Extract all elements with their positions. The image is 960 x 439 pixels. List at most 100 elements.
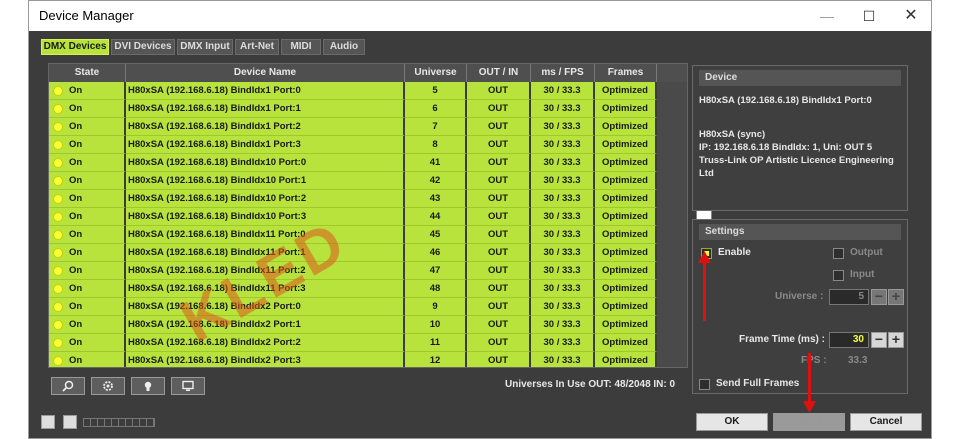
state-label: On: [69, 319, 83, 330]
cell-out-in: OUT: [467, 100, 531, 118]
input-label: Input: [850, 269, 875, 280]
universe-minus-button[interactable]: −: [871, 289, 887, 305]
device-manager-window: Device Manager — ☐ ✕ DMX Devices DVI Dev…: [28, 0, 932, 439]
tab-midi[interactable]: MIDI: [281, 39, 321, 55]
identify-button[interactable]: [131, 377, 165, 395]
annotation-arrowhead-apply: [803, 401, 816, 413]
cell-out-in: OUT: [467, 244, 531, 262]
table-row[interactable]: On H80xSA (192.168.6.18) BindIdx1 Port:3 8…: [49, 136, 687, 154]
frame-time-minus-button[interactable]: −: [871, 332, 887, 348]
state-label: On: [69, 283, 83, 294]
column-frames[interactable]: Frames: [595, 64, 657, 82]
apply-button[interactable]: Apply: [773, 413, 845, 431]
state-label: On: [69, 247, 83, 258]
cell-state: On: [49, 334, 126, 352]
table-row[interactable]: On H80xSA (192.168.6.18) BindIdx2 Port:1 1…: [49, 316, 687, 334]
universe-field[interactable]: 5: [829, 289, 869, 305]
annotation-arrowhead-enable: [698, 251, 711, 263]
column-ms-fps[interactable]: ms / FPS: [531, 64, 595, 82]
save-icon[interactable]: [63, 415, 77, 429]
cell-state: On: [49, 154, 126, 172]
output-checkbox[interactable]: [833, 248, 844, 259]
tab-dmx-devices[interactable]: DMX Devices: [41, 39, 109, 55]
cell-frames: Optimized: [595, 100, 657, 118]
cell-universe: 11: [405, 334, 467, 352]
cell-device-name: H80xSA (192.168.6.18) BindIdx1 Port:1: [126, 100, 405, 118]
output-label: Output: [850, 247, 883, 258]
table-row[interactable]: On H80xSA (192.168.6.18) BindIdx10 Port:1…: [49, 172, 687, 190]
cell-frames: Optimized: [595, 82, 657, 100]
cell-frames: Optimized: [595, 298, 657, 316]
tab-dvi-devices[interactable]: DVI Devices: [111, 39, 175, 55]
state-label: On: [69, 175, 83, 186]
cell-ms-fps: 30 / 33.3: [531, 136, 595, 154]
cell-frames: Optimized: [595, 316, 657, 334]
table-row[interactable]: On H80xSA (192.168.6.18) BindIdx1 Port:1 6…: [49, 100, 687, 118]
settings-header: Settings: [699, 224, 901, 240]
table-row[interactable]: On H80xSA (192.168.6.18) BindIdx2 Port:0 9…: [49, 298, 687, 316]
cell-out-in: OUT: [467, 334, 531, 352]
table-row[interactable]: On H80xSA (192.168.6.18) BindIdx10 Port:2…: [49, 190, 687, 208]
state-on-icon: [53, 266, 63, 276]
tab-audio[interactable]: Audio: [323, 39, 365, 55]
search-button[interactable]: [51, 377, 85, 395]
cell-state: On: [49, 82, 126, 100]
table-row[interactable]: On H80xSA (192.168.6.18) BindIdx11 Port:3…: [49, 280, 687, 298]
cell-universe: 6: [405, 100, 467, 118]
tab-art-net[interactable]: Art-Net: [235, 39, 279, 55]
ok-button[interactable]: OK: [696, 413, 768, 431]
folder-icon[interactable]: [41, 415, 55, 429]
maximize-icon[interactable]: ☐: [849, 5, 889, 27]
cell-state: On: [49, 208, 126, 226]
table-row[interactable]: On H80xSA (192.168.6.18) BindIdx1 Port:0 5…: [49, 82, 687, 100]
window-title: Device Manager: [39, 8, 134, 23]
state-on-icon: [53, 194, 63, 204]
input-checkbox[interactable]: [833, 270, 844, 281]
cancel-button[interactable]: Cancel: [850, 413, 922, 431]
state-label: On: [69, 193, 83, 204]
column-out-in[interactable]: OUT / IN: [467, 64, 531, 82]
table-row[interactable]: On H80xSA (192.168.6.18) BindIdx11 Port:2…: [49, 262, 687, 280]
table-row[interactable]: On H80xSA (192.168.6.18) BindIdx1 Port:2 7…: [49, 118, 687, 136]
send-full-frames-checkbox[interactable]: [699, 379, 710, 390]
minimize-icon[interactable]: —: [807, 5, 847, 27]
cell-state: On: [49, 118, 126, 136]
cell-device-name: H80xSA (192.168.6.18) BindIdx10 Port:1: [126, 172, 405, 190]
cell-out-in: OUT: [467, 118, 531, 136]
state-on-icon: [53, 356, 63, 366]
close-icon[interactable]: ✕: [891, 5, 931, 27]
device-ip-text: IP: 192.168.6.18 BindIdx: 1, Uni: OUT 5: [699, 142, 873, 153]
table-row[interactable]: On H80xSA (192.168.6.18) BindIdx10 Port:3…: [49, 208, 687, 226]
tab-dmx-input[interactable]: DMX Input: [177, 39, 233, 55]
table-row[interactable]: On H80xSA (192.168.6.18) BindIdx2 Port:3 1…: [49, 352, 687, 367]
annotation-arrow-apply: [808, 353, 811, 405]
frame-time-plus-button[interactable]: +: [888, 332, 904, 348]
cell-frames: Optimized: [595, 280, 657, 298]
settings-button[interactable]: [91, 377, 125, 395]
state-label: On: [69, 139, 83, 150]
frame-time-field[interactable]: 30: [829, 332, 869, 348]
cell-universe: 8: [405, 136, 467, 154]
universe-plus-button[interactable]: +: [888, 289, 904, 305]
annotation-arrow-enable: [703, 259, 706, 321]
cell-ms-fps: 30 / 33.3: [531, 226, 595, 244]
state-label: On: [69, 355, 83, 366]
cell-state: On: [49, 136, 126, 154]
column-universe[interactable]: Universe: [405, 64, 467, 82]
column-state[interactable]: State: [49, 64, 126, 82]
table-row[interactable]: On H80xSA (192.168.6.18) BindIdx2 Port:2 1…: [49, 334, 687, 352]
cell-universe: 45: [405, 226, 467, 244]
table-row[interactable]: On H80xSA (192.168.6.18) BindIdx11 Port:0…: [49, 226, 687, 244]
table-row[interactable]: On H80xSA (192.168.6.18) BindIdx11 Port:1…: [49, 244, 687, 262]
cell-device-name: H80xSA (192.168.6.18) BindIdx2 Port:3: [126, 352, 405, 367]
title-bar: Device Manager — ☐ ✕: [29, 1, 931, 31]
cell-ms-fps: 30 / 33.3: [531, 208, 595, 226]
cell-state: On: [49, 352, 126, 367]
column-device-name[interactable]: Device Name: [126, 64, 405, 82]
monitor-button[interactable]: [171, 377, 205, 395]
universe-label: Universe :: [775, 291, 824, 302]
state-on-icon: [53, 230, 63, 240]
frame-time-label: Frame Time (ms) :: [739, 334, 825, 345]
table-row[interactable]: On H80xSA (192.168.6.18) BindIdx10 Port:0…: [49, 154, 687, 172]
device-info-panel: Device H80xSA (192.168.6.18) BindIdx1 Po…: [692, 65, 908, 211]
